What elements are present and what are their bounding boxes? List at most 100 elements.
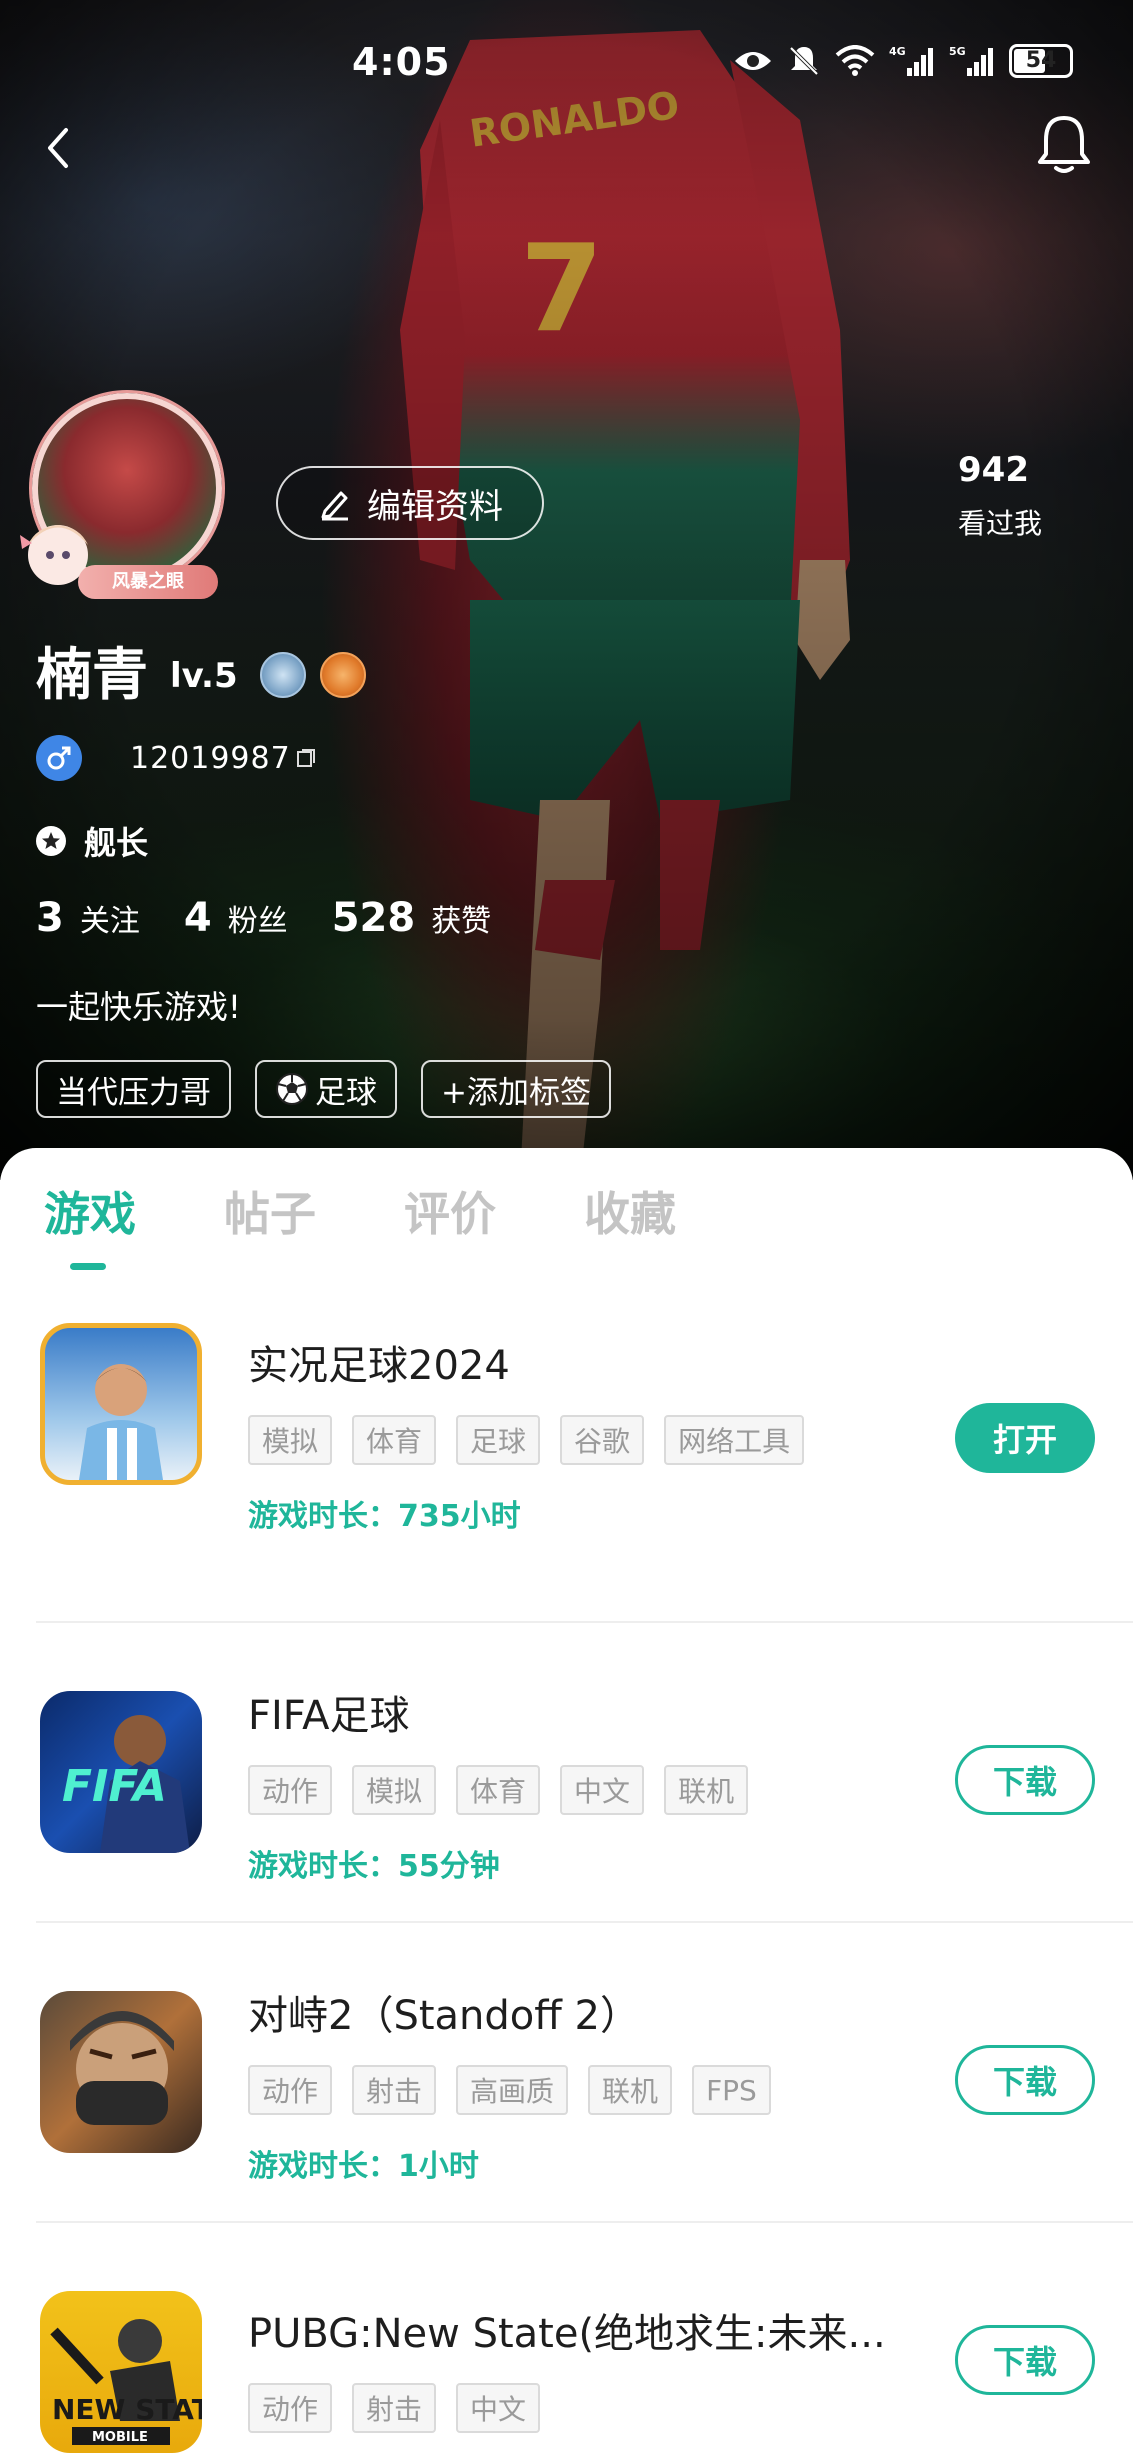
game-tag: 谷歌 — [560, 1415, 645, 1465]
download-button[interactable]: 下载 — [955, 2325, 1095, 2395]
game-item[interactable]: 对峙2（Standoff 2） 动作 射击 高画质 联机 FPS 游戏时长：1小… — [0, 1923, 1133, 2223]
game-playtime: 游戏时长：55分钟 — [248, 1849, 500, 1884]
game-playtime: 游戏时长：735小时 — [248, 1499, 521, 1534]
svg-text:5G: 5G — [949, 45, 966, 58]
game-icon-fifa: FIFA — [40, 1691, 202, 1853]
game-tag: 中文 — [560, 1765, 645, 1815]
game-icon-efootball — [40, 1323, 202, 1485]
tag-chip[interactable]: 当代压力哥 — [36, 1060, 231, 1118]
follow-stats: 3 关注 4 粉丝 528 获赞 — [36, 895, 535, 941]
game-tags: 动作 射击 中文 — [248, 2383, 541, 2433]
user-id: 12019987 — [130, 740, 291, 776]
soccer-ball-icon — [276, 1073, 308, 1105]
status-icons: 4G 5G 54 — [733, 44, 1073, 78]
id-row: 12019987 — [36, 735, 317, 781]
wifi-icon — [835, 45, 875, 76]
edit-profile-label: 编辑资料 — [367, 486, 503, 527]
svg-text:4G: 4G — [889, 45, 906, 58]
bio: 一起快乐游戏! — [36, 988, 241, 1026]
game-tag: 中文 — [456, 2383, 541, 2433]
viewed-me-stat[interactable]: 942 看过我 — [958, 450, 1042, 542]
mute-bell-icon — [789, 46, 819, 76]
game-icon-standoff — [40, 1991, 202, 2153]
name-row: 楠青 lv.5 — [36, 630, 366, 711]
rank-row: 舰长 — [36, 818, 148, 864]
tag-label: 当代压力哥 — [56, 1074, 211, 1111]
battery-icon: 54 — [1009, 44, 1073, 78]
medal-icon[interactable] — [259, 651, 306, 698]
signal-4g-icon: 4G — [889, 45, 933, 76]
game-tag: 射击 — [352, 2065, 437, 2115]
game-tags: 动作 射击 高画质 联机 FPS — [248, 2065, 771, 2115]
game-tag: 模拟 — [352, 1765, 437, 1815]
profile-tabs: 游戏 帖子 评价 收藏 — [44, 1178, 676, 1244]
edit-profile-button[interactable]: 编辑资料 — [276, 466, 544, 540]
svg-text:FIFA: FIFA — [62, 1761, 167, 1812]
download-button[interactable]: 下载 — [955, 2045, 1095, 2115]
avatar-frame-badge: 风暴之眼 — [78, 565, 218, 599]
game-tag: 联机 — [664, 1765, 749, 1815]
likes-count: 528 — [331, 895, 416, 941]
game-tag: 射击 — [352, 2383, 437, 2433]
following-count[interactable]: 3 — [36, 895, 64, 941]
tag-chip[interactable]: 足球 — [255, 1060, 397, 1118]
notification-button[interactable] — [1030, 110, 1098, 178]
level-badge: lv.5 — [170, 655, 238, 696]
game-tag: 动作 — [248, 2383, 333, 2433]
achievement-icon[interactable] — [319, 651, 366, 698]
download-button[interactable]: 下载 — [955, 1745, 1095, 1815]
tab-posts[interactable]: 帖子 — [224, 1178, 316, 1244]
avatar[interactable]: 风暴之眼 — [10, 385, 230, 605]
status-time: 4:05 — [352, 40, 451, 84]
game-tag: 动作 — [248, 2065, 333, 2115]
following-label[interactable]: 关注 — [80, 896, 140, 940]
viewed-label: 看过我 — [958, 507, 1043, 540]
game-tag: 足球 — [456, 1415, 541, 1465]
game-playtime: 游戏时长：1小时 — [248, 2149, 479, 2184]
game-tag: 体育 — [352, 1415, 437, 1465]
username: 楠青 — [36, 643, 148, 708]
back-button[interactable] — [30, 118, 90, 178]
content-panel: 游戏 帖子 评价 收藏 实况足球2024 模拟 体育 足球 谷歌 网络工具 游戏… — [0, 1148, 1133, 2453]
game-item[interactable]: NEW STATE MOBILE PUBG:New State(绝地求生:未来..… — [0, 2223, 1133, 2453]
game-title: PUBG:New State(绝地求生:未来... — [248, 2311, 886, 2357]
game-tag: 体育 — [456, 1765, 541, 1815]
tab-reviews[interactable]: 评价 — [404, 1178, 496, 1244]
followers-label[interactable]: 粉丝 — [228, 896, 288, 940]
game-tags: 动作 模拟 体育 中文 联机 — [248, 1765, 749, 1815]
star-icon — [36, 826, 66, 856]
male-icon — [36, 735, 82, 781]
followers-count[interactable]: 4 — [184, 895, 212, 941]
game-tag: 高画质 — [456, 2065, 569, 2115]
eye-icon — [735, 52, 771, 70]
profile-tags: 当代压力哥 足球 +添加标签 — [36, 1060, 611, 1118]
game-title: FIFA足球 — [248, 1693, 410, 1739]
copy-icon[interactable] — [295, 747, 317, 769]
viewed-count: 942 — [958, 450, 1029, 490]
pencil-icon — [321, 491, 348, 521]
open-game-button[interactable]: 打开 — [955, 1403, 1095, 1473]
game-tag: FPS — [692, 2065, 771, 2115]
game-title: 实况足球2024 — [248, 1343, 510, 1389]
add-tag-button[interactable]: +添加标签 — [421, 1060, 611, 1118]
game-tag: 模拟 — [248, 1415, 333, 1465]
add-tag-label: +添加标签 — [441, 1074, 591, 1111]
svg-text:NEW STATE: NEW STATE — [52, 2393, 202, 2426]
game-icon-pubg-new-state: NEW STATE MOBILE — [40, 2291, 202, 2453]
game-tag: 联机 — [588, 2065, 673, 2115]
game-tags: 模拟 体育 足球 谷歌 网络工具 — [248, 1415, 805, 1465]
game-item[interactable]: FIFA FIFA足球 动作 模拟 体育 中文 联机 游戏时长：55分钟 下载 — [0, 1623, 1133, 1923]
game-tag: 网络工具 — [664, 1415, 805, 1465]
status-bar: 4:05 4G 5G 54 — [0, 30, 1133, 100]
tab-games[interactable]: 游戏 — [44, 1178, 136, 1244]
tab-favorites[interactable]: 收藏 — [584, 1178, 676, 1244]
game-title: 对峙2（Standoff 2） — [248, 1993, 640, 2039]
bell-icon — [1038, 116, 1090, 173]
chevron-left-icon — [48, 128, 68, 168]
tab-indicator — [70, 1263, 106, 1270]
svg-text:MOBILE: MOBILE — [92, 2430, 148, 2445]
game-tag: 动作 — [248, 1765, 333, 1815]
game-item[interactable]: 实况足球2024 模拟 体育 足球 谷歌 网络工具 游戏时长：735小时 打开 — [0, 1323, 1133, 1623]
tag-label: 足球 — [315, 1074, 377, 1111]
signal-5g-icon: 5G — [949, 45, 993, 76]
